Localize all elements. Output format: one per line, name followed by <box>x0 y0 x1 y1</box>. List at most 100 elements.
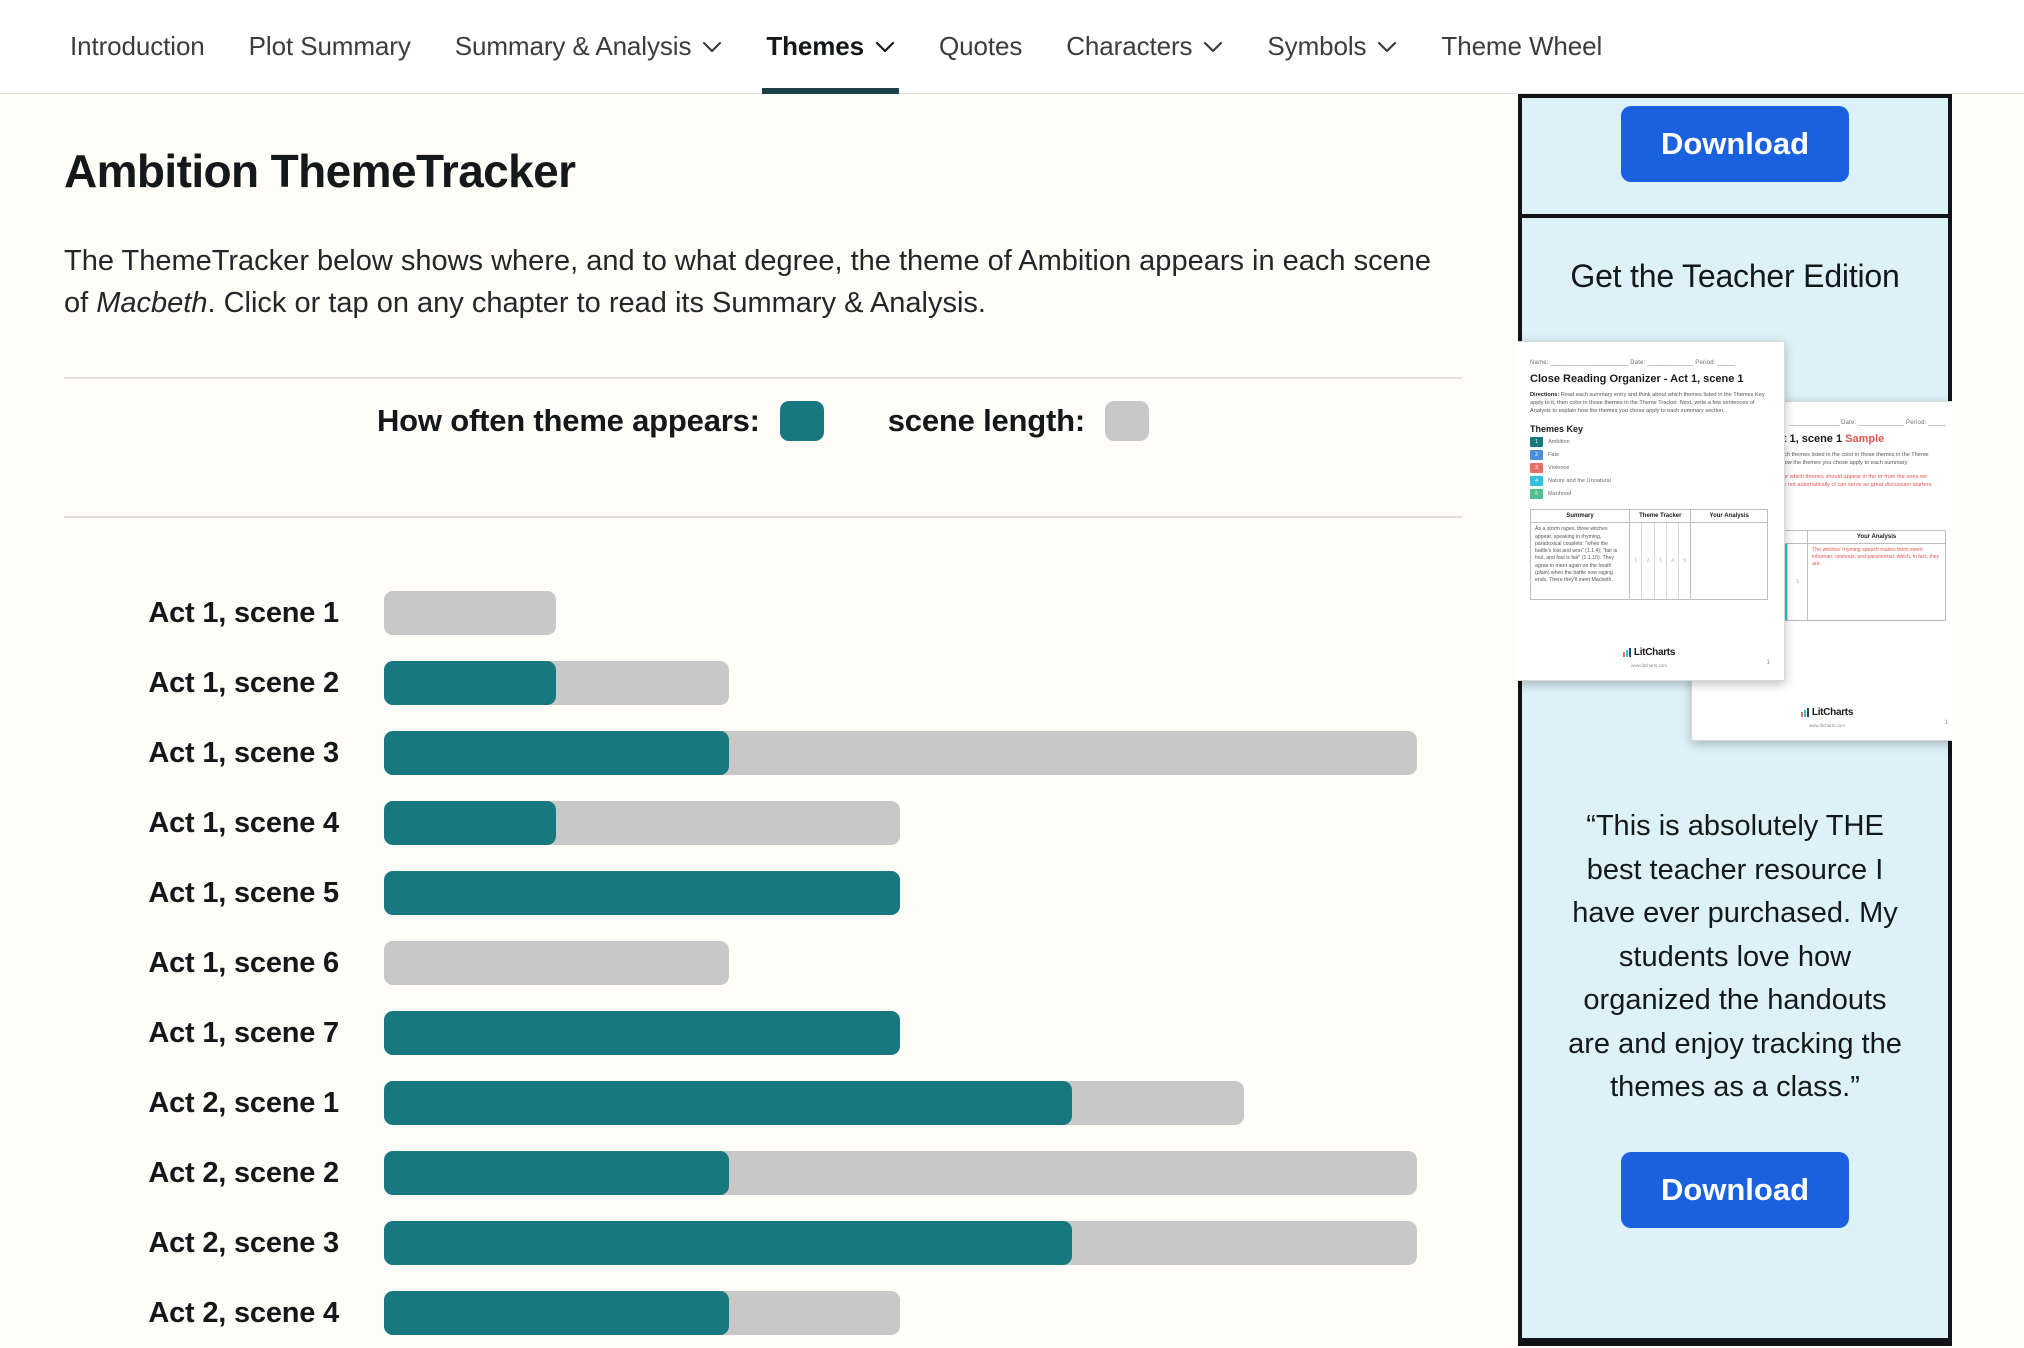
theme-frequency-bar <box>384 1291 729 1336</box>
document-previews: Name: ______________________ Date: _____… <box>1518 341 1952 771</box>
doc-a-directions-text: Read each summary entry and think about … <box>1530 392 1765 415</box>
doc-a-fields-line: Name: ______________________ Date: _____… <box>1530 360 1736 366</box>
tracker-row[interactable]: Act 1, scene 3 <box>64 718 1462 788</box>
doc-b-footer: LitCharts www.litcharts.com <box>1692 704 1952 728</box>
legend-length-swatch <box>1105 401 1149 442</box>
theme-tracker-cell: 5 <box>1788 544 1807 620</box>
theme-tracker-cell: 2 <box>1642 523 1655 600</box>
tracker-row[interactable]: Act 2, scene 4 <box>64 1278 1462 1348</box>
nav-item-themes[interactable]: Themes <box>744 0 917 94</box>
theme-key-color-chip: 3 <box>1530 463 1543 474</box>
nav-item-label: Themes <box>766 31 865 61</box>
legend-theme-label: How often theme appears: <box>377 403 760 439</box>
doc-a-directions-label: Directions: <box>1530 392 1560 398</box>
nav-item-label: Introduction <box>70 31 205 61</box>
tracker-row[interactable]: Act 2, scene 2 <box>64 1138 1462 1208</box>
doc-b-page-number: 1 <box>1944 720 1948 726</box>
theme-tracker-cell: 1 <box>1630 523 1643 600</box>
nav-item-label: Quotes <box>939 31 1023 61</box>
download-panel-top: Download <box>1518 94 1952 218</box>
description-book-title: Macbeth <box>96 287 208 320</box>
tracker-row-label: Act 1, scene 1 <box>148 596 339 629</box>
sidebar-divider <box>1518 1342 1952 1346</box>
nav-item-label: Theme Wheel <box>1441 31 1603 61</box>
nav-item-summary-analysis[interactable]: Summary & Analysis <box>433 0 745 94</box>
theme-key-color-chip: 2 <box>1530 450 1543 461</box>
theme-tracker-cell: 4 <box>1667 523 1680 600</box>
theme-frequency-bar <box>384 801 556 846</box>
theme-key-name: Violence <box>1548 465 1570 472</box>
theme-frequency-bar <box>384 1011 900 1056</box>
document-preview-front[interactable]: Name: ______________________ Date: _____… <box>1518 341 1785 681</box>
nav-item-label: Characters <box>1066 31 1193 61</box>
legend-theme-swatch <box>779 401 824 442</box>
doc-b-th-analysis: Your Analysis <box>1856 533 1897 540</box>
tracker-row[interactable]: Act 1, scene 5 <box>64 858 1462 928</box>
doc-b-analysis-cell: The witches' rhyming speech makes them s… <box>1812 546 1940 568</box>
tracker-bar <box>384 1151 1417 1196</box>
download-button-top[interactable]: Download <box>1620 106 1850 182</box>
theme-tracker-cell-number: 2 <box>1646 558 1650 565</box>
chevron-down-icon <box>1377 41 1397 53</box>
tracker-bar <box>384 1291 900 1336</box>
tracker-row-label: Act 2, scene 2 <box>148 1156 339 1189</box>
page-description: The ThemeTracker below shows where, and … <box>64 240 1454 324</box>
nav-item-symbols[interactable]: Symbols <box>1245 0 1419 94</box>
doc-a-table: Summary Theme Tracker Your Analysis As a… <box>1530 509 1768 601</box>
tracker-row[interactable]: Act 1, scene 1 <box>64 578 1462 648</box>
theme-key-row: 4 Nature and the Unnatural <box>1530 476 1768 487</box>
doc-a-footer: LitCharts www.litcharts.com <box>1518 644 1784 668</box>
tracker-row[interactable]: Act 2, scene 3 <box>64 1208 1462 1278</box>
tracker-row[interactable]: Act 1, scene 4 <box>64 788 1462 858</box>
theme-frequency-bar <box>384 731 729 776</box>
litcharts-bars-icon-a <box>1622 648 1631 657</box>
theme-key-color-chip: 1 <box>1530 437 1543 448</box>
doc-a-th-summary: Summary <box>1531 510 1631 523</box>
tracker-row[interactable]: Act 1, scene 7 <box>64 998 1462 1068</box>
doc-a-table-body: As a storm rages, three witches appear, … <box>1531 523 1767 600</box>
doc-a-table-head: Summary Theme Tracker Your Analysis <box>1531 510 1767 524</box>
nav-item-label: Symbols <box>1267 31 1367 61</box>
theme-frequency-bar <box>384 1221 1072 1266</box>
litcharts-logo-b: LitCharts <box>1800 707 1854 718</box>
litcharts-url-a: www.litcharts.com <box>1630 663 1667 668</box>
tracker-row-label: Act 1, scene 2 <box>148 666 339 699</box>
nav-item-theme-wheel[interactable]: Theme Wheel <box>1419 0 1624 94</box>
legend-rule-bottom <box>64 516 1462 519</box>
theme-key-row: 3 Violence <box>1530 463 1768 474</box>
theme-frequency-bar <box>384 871 900 916</box>
theme-key-name: Manhood <box>1548 491 1572 498</box>
nav-item-characters[interactable]: Characters <box>1044 0 1245 94</box>
doc-a-heading: Close Reading Organizer - Act 1, scene 1 <box>1530 373 1744 385</box>
theme-frequency-bar <box>384 1151 729 1196</box>
theme-key-color-chip: 4 <box>1530 476 1543 487</box>
theme-key-name: Ambition <box>1548 439 1570 446</box>
theme-tracker-cell-number: 4 <box>1671 558 1674 565</box>
tracker-row-label: Act 1, scene 5 <box>148 876 339 909</box>
litcharts-bars-icon-b <box>1800 708 1809 717</box>
page-root: Introduction Plot Summary Summary & Analys… <box>0 0 2024 1348</box>
tracker-row[interactable]: Act 1, scene 2 <box>64 648 1462 718</box>
nav-item-label: Plot Summary <box>248 31 411 61</box>
teacher-edition-panel: Get the Teacher Edition Name: __________… <box>1518 218 1952 1342</box>
litcharts-wordmark-b: LitCharts <box>1811 707 1854 718</box>
litcharts-wordmark-a: LitCharts <box>1633 647 1676 658</box>
nav-item-introduction[interactable]: Introduction <box>48 0 227 94</box>
theme-key-row: 2 Fate <box>1530 450 1768 461</box>
doc-a-tracker-cell: 1 2 3 4 5 <box>1630 523 1692 600</box>
download-button-bottom[interactable]: Download <box>1620 1151 1850 1228</box>
legend-length-label: scene length: <box>887 403 1085 439</box>
teacher-edition-title: Get the Teacher Edition <box>1570 258 1900 294</box>
theme-key-color-chip: 5 <box>1530 489 1543 500</box>
nav-item-plot-summary[interactable]: Plot Summary <box>227 0 433 94</box>
theme-frequency-bar <box>384 1081 1072 1126</box>
chevron-down-icon <box>1203 41 1223 53</box>
main-content: Ambition ThemeTracker The ThemeTracker b… <box>0 94 1510 1348</box>
theme-key-name: Fate <box>1548 452 1560 459</box>
tracker-bar <box>384 731 1417 776</box>
theme-tracker-cell-number: 5 <box>1796 578 1800 585</box>
right-sidebar: Download Get the Teacher Edition Name: _… <box>1518 94 1952 1348</box>
nav-item-quotes[interactable]: Quotes <box>917 0 1044 94</box>
tracker-row[interactable]: Act 1, scene 6 <box>64 928 1462 998</box>
tracker-row[interactable]: Act 2, scene 1 <box>64 1068 1462 1138</box>
